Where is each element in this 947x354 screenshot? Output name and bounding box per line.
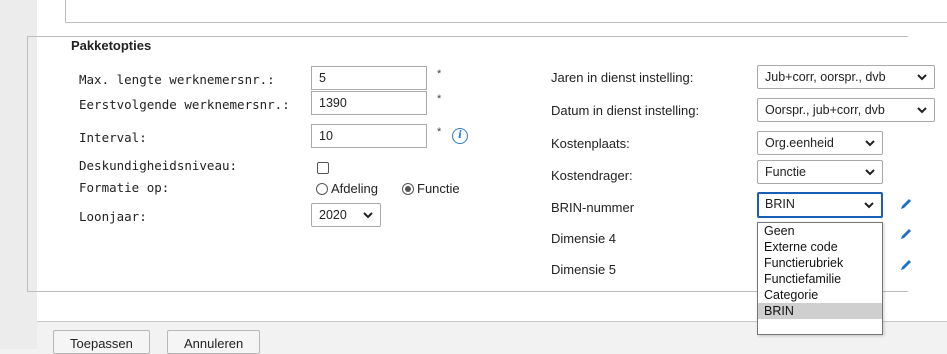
- kostendrager-label: Kostendrager:: [551, 168, 633, 183]
- dropdown-option-externe-code[interactable]: Externe code: [758, 239, 882, 255]
- jaren-select[interactable]: Jub+corr, oorspr., dvb: [757, 65, 935, 89]
- skill-level-label: Deskundigheidsniveau:: [79, 158, 238, 173]
- brin-value: BRIN: [765, 197, 795, 211]
- formation-label: Formatie op:: [79, 180, 170, 195]
- skill-level-checkbox[interactable]: [317, 162, 329, 174]
- brin-dropdown-list: Geen Externe code Functierubriek Functie…: [757, 222, 883, 335]
- datum-select[interactable]: Oorspr., jub+corr, dvb: [757, 98, 935, 122]
- kostenplaats-select[interactable]: Org.eenheid: [757, 131, 883, 155]
- cancel-button[interactable]: Annuleren: [167, 330, 261, 354]
- jaren-value: Jub+corr, oorspr., dvb: [765, 70, 886, 84]
- dropdown-option-categorie[interactable]: Categorie: [758, 287, 882, 303]
- required-marker: *: [437, 126, 442, 138]
- pencil-icon[interactable]: [898, 226, 914, 242]
- kostendrager-select[interactable]: Functie: [757, 160, 883, 184]
- chevron-down-icon: [916, 103, 928, 117]
- kostenplaats-label: Kostenplaats:: [551, 136, 630, 151]
- pencil-icon[interactable]: [898, 257, 914, 273]
- datum-value: Oorspr., jub+corr, dvb: [765, 103, 885, 117]
- datum-label: Datum in dienst instelling:: [551, 103, 700, 118]
- kostenplaats-value: Org.eenheid: [765, 136, 834, 150]
- dropdown-option-functiefamilie[interactable]: Functiefamilie: [758, 271, 882, 287]
- loonjaar-label: Loonjaar:: [79, 209, 147, 224]
- dimensie-5-label: Dimensie 5: [551, 262, 617, 277]
- next-number-label: Eerstvolgende werknemersnr.:: [79, 97, 290, 112]
- formation-option-functie: Functie: [417, 181, 460, 196]
- loonjaar-select[interactable]: 2020: [311, 203, 381, 227]
- required-marker: *: [437, 93, 442, 105]
- chevron-down-icon: [864, 165, 876, 179]
- required-marker: *: [437, 68, 442, 80]
- pencil-icon[interactable]: [898, 196, 914, 212]
- upper-section-box: [65, 0, 947, 23]
- formation-radio-functie[interactable]: [402, 183, 414, 195]
- info-icon[interactable]: i: [452, 128, 468, 144]
- chevron-down-icon: [863, 198, 875, 212]
- jaren-label: Jaren in dienst instelling:: [551, 70, 694, 85]
- formation-radio-afdeling[interactable]: [316, 183, 328, 195]
- next-number-input[interactable]: 1390: [311, 91, 427, 115]
- pakketopties-legend: Pakketopties: [67, 38, 156, 53]
- chevron-down-icon: [916, 70, 928, 84]
- chevron-down-icon: [864, 136, 876, 150]
- loonjaar-value: 2020: [319, 208, 347, 222]
- max-length-label: Max. lengte werknemersnr.:: [79, 72, 275, 87]
- brin-label: BRIN-nummer: [551, 200, 635, 215]
- brin-select[interactable]: BRIN: [757, 192, 883, 218]
- dropdown-option-brin[interactable]: BRIN: [758, 303, 882, 319]
- dimensie-4-label: Dimensie 4: [551, 231, 617, 246]
- interval-label: Interval:: [79, 130, 147, 145]
- interval-input[interactable]: 10: [311, 124, 427, 148]
- kostendrager-value: Functie: [765, 165, 806, 179]
- dropdown-option-geen[interactable]: Geen: [758, 223, 882, 239]
- formation-option-afdeling: Afdeling: [331, 181, 378, 196]
- dropdown-option-functierubriek[interactable]: Functierubriek: [758, 255, 882, 271]
- max-length-input[interactable]: 5: [311, 66, 427, 90]
- apply-button[interactable]: Toepassen: [53, 330, 150, 354]
- chevron-down-icon: [362, 208, 374, 222]
